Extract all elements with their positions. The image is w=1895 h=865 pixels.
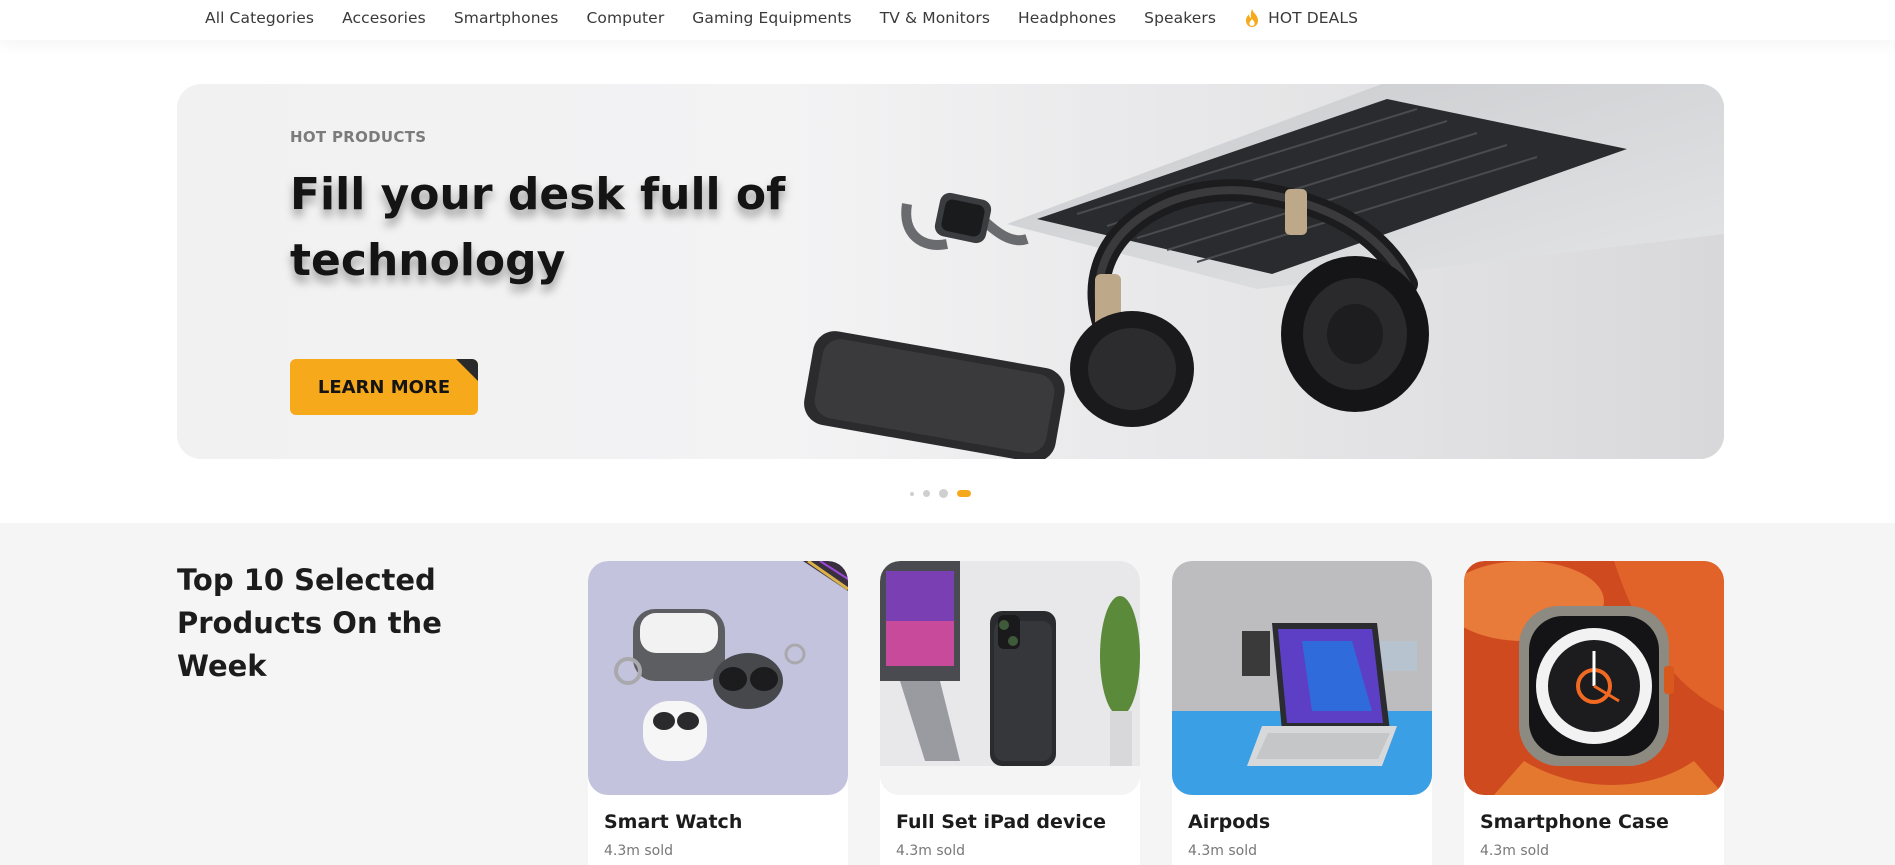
product-name: Smartphone Case: [1480, 811, 1669, 833]
carousel-dot-2[interactable]: [923, 490, 930, 497]
product-name: Full Set iPad device: [896, 811, 1106, 833]
top-products-section: Top 10 Selected Products On the Week Sma…: [0, 523, 1895, 865]
category-nav: All Categories Accesories Smartphones Co…: [0, 0, 1895, 40]
product-card-full-set-ipad-device[interactable]: Full Set iPad device 4.3m sold: [880, 561, 1140, 865]
product-image-earbuds: [588, 561, 848, 795]
nav-item-headphones[interactable]: Headphones: [1018, 9, 1116, 27]
product-card-airpods[interactable]: Airpods 4.3m sold: [1172, 561, 1432, 865]
product-card-smartphone-case[interactable]: Smartphone Case 4.3m sold: [1464, 561, 1724, 865]
fire-icon: [1246, 9, 1259, 27]
product-sold-count: 4.3m sold: [604, 843, 673, 859]
learn-more-button[interactable]: LEARN MORE: [290, 359, 478, 415]
nav-item-computer[interactable]: Computer: [586, 9, 664, 27]
product-image-phone-case: [880, 561, 1140, 795]
product-sold-count: 4.3m sold: [1480, 843, 1549, 859]
product-image-ipad-keyboard: [1172, 561, 1432, 795]
nav-item-tv-monitors[interactable]: TV & Monitors: [880, 9, 990, 27]
carousel-dots: [910, 489, 971, 498]
product-name: Airpods: [1188, 811, 1271, 833]
nav-item-gaming-equipments[interactable]: Gaming Equipments: [692, 9, 851, 27]
product-card-smart-watch[interactable]: Smart Watch 4.3m sold: [588, 561, 848, 865]
hero-banner: HOT PRODUCTS Fill your desk full of tech…: [177, 84, 1724, 459]
nav-item-speakers[interactable]: Speakers: [1144, 9, 1216, 27]
hero-eyebrow: HOT PRODUCTS: [290, 128, 427, 146]
nav-item-accesories[interactable]: Accesories: [342, 9, 426, 27]
nav-item-smartphones[interactable]: Smartphones: [454, 9, 559, 27]
carousel-dot-4-active[interactable]: [957, 490, 971, 497]
nav-item-hot-deals[interactable]: HOT DEALS: [1244, 8, 1358, 28]
carousel-dot-3[interactable]: [939, 489, 948, 498]
nav-item-all-categories[interactable]: All Categories: [205, 9, 314, 27]
section-title: Top 10 Selected Products On the Week: [177, 563, 442, 683]
product-sold-count: 4.3m sold: [1188, 843, 1257, 859]
carousel-dot-1[interactable]: [910, 491, 914, 496]
product-sold-count: 4.3m sold: [896, 843, 965, 859]
product-name: Smart Watch: [604, 811, 743, 833]
hot-deals-label: HOT DEALS: [1268, 9, 1359, 27]
hero-title: Fill your desk full of technology: [290, 169, 786, 286]
category-nav-list: All Categories Accesories Smartphones Co…: [205, 8, 1386, 28]
product-image-smartwatch: [1464, 561, 1724, 795]
